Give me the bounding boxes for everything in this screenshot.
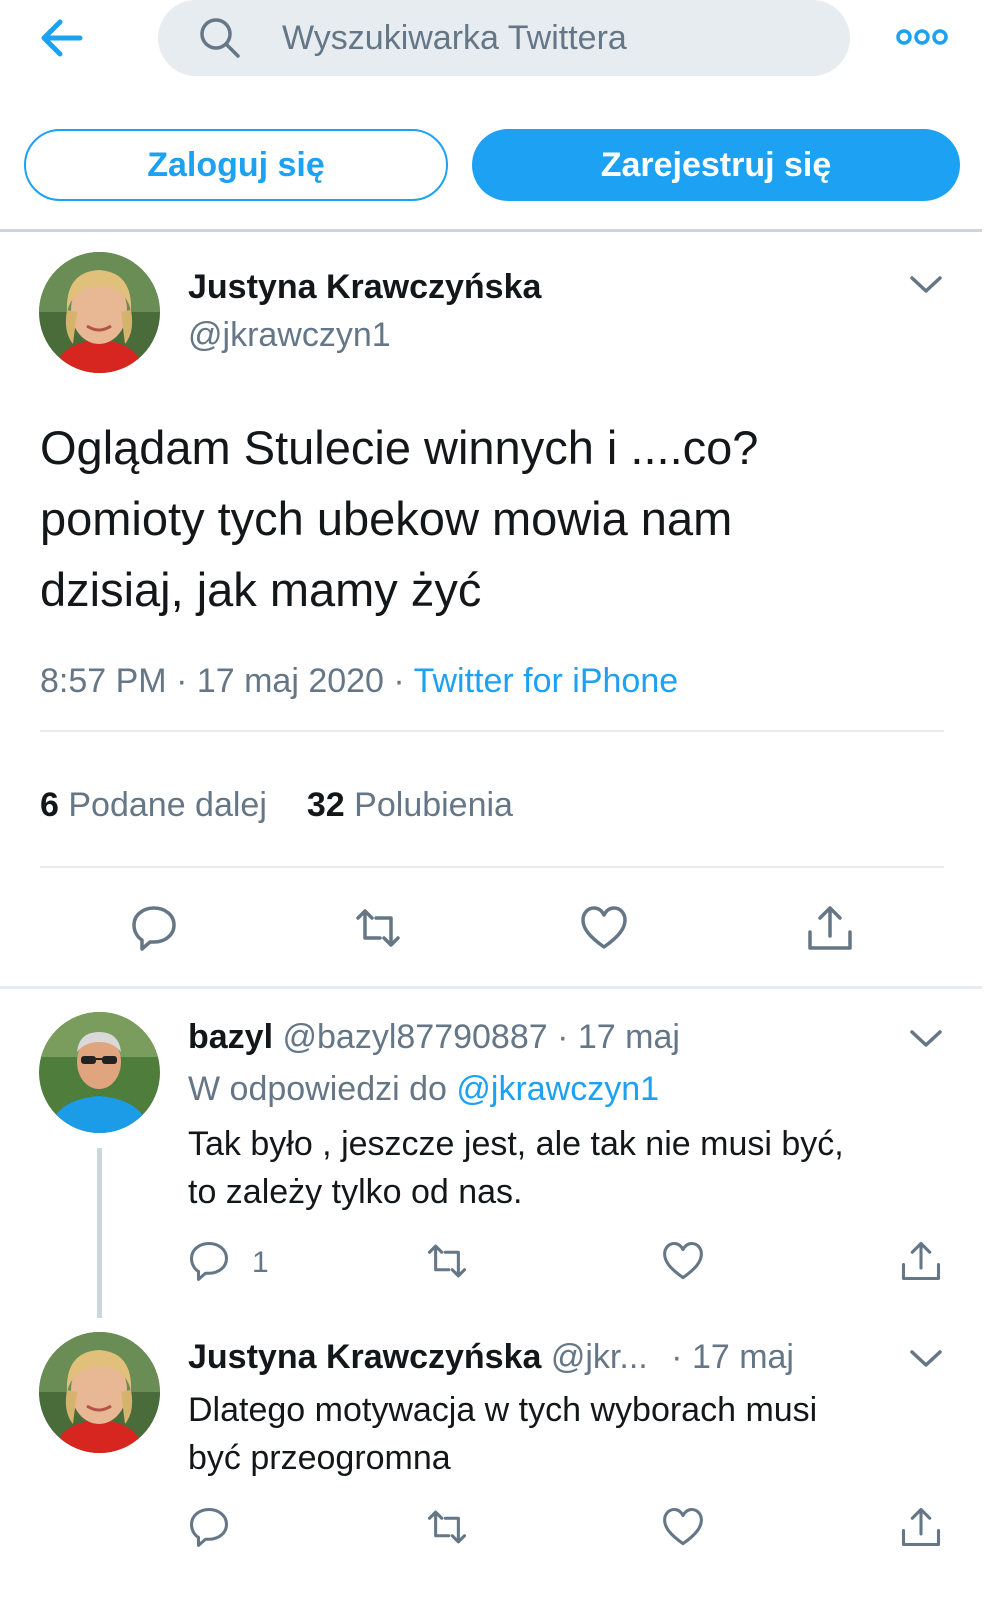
- reply-text-line: to zależy tylko od nas.: [188, 1173, 523, 1211]
- reply-text-line: Dlatego motywacja w tych wyborach musi: [188, 1391, 818, 1429]
- like-icon[interactable]: [580, 904, 628, 952]
- reply-author-handle[interactable]: @bazyl87790887: [283, 1018, 548, 1056]
- likes-label: Polubienia: [354, 786, 513, 824]
- tweet-time[interactable]: 8:57 PM · 17 maj 2020 ·: [40, 662, 414, 700]
- reply-icon[interactable]: [188, 1240, 230, 1282]
- more-dots-icon: [896, 29, 948, 45]
- reply-text: Tak było , jeszcze jest, ale tak nie mus…: [188, 1120, 938, 1216]
- more-button[interactable]: [896, 20, 948, 54]
- reply-header: bazyl @bazyl87790887 · 17 maj: [188, 1018, 680, 1057]
- tweet-stats: 6 Podane dalej 32 Polubienia: [40, 786, 513, 825]
- reply-text-line: Tak było , jeszcze jest, ale tak nie mus…: [188, 1125, 844, 1163]
- like-icon[interactable]: [662, 1240, 704, 1282]
- tweet-text-line: Oglądam Stulecie winnych i ....co?: [40, 421, 759, 474]
- reply-avatar[interactable]: [39, 1332, 160, 1453]
- reply-icon[interactable]: [130, 904, 178, 952]
- replying-mention[interactable]: @jkrawczyn1: [456, 1070, 659, 1108]
- retweet-icon[interactable]: [426, 1240, 468, 1282]
- divider: [40, 866, 944, 868]
- reply-author-name[interactable]: Justyna Krawczyńska: [188, 1338, 541, 1376]
- retweet-icon[interactable]: [354, 904, 402, 952]
- reply-avatar[interactable]: [39, 1012, 160, 1133]
- thread-line: [97, 1148, 102, 1318]
- tweet-timestamp: 8:57 PM · 17 maj 2020 · Twitter for iPho…: [40, 662, 678, 701]
- author-avatar[interactable]: [39, 252, 160, 373]
- likes-stat[interactable]: 32 Polubienia: [307, 786, 513, 824]
- retweets-stat[interactable]: 6 Podane dalej: [40, 786, 267, 824]
- search-bar[interactable]: [158, 0, 850, 76]
- share-icon[interactable]: [900, 1506, 942, 1548]
- chevron-down-icon[interactable]: [908, 1026, 944, 1050]
- author-name[interactable]: Justyna Krawczyńska: [188, 268, 541, 307]
- reply-date[interactable]: · 17 maj: [671, 1338, 794, 1376]
- share-icon[interactable]: [900, 1240, 942, 1282]
- reply-text: Dlatego motywacja w tych wyborach musi b…: [188, 1386, 938, 1482]
- tweet-divider: [0, 986, 982, 989]
- tweet-text-line: dzisiaj, jak mamy żyć: [40, 563, 482, 616]
- tweet-text-line: pomioty tych ubekow mowia nam: [40, 492, 733, 545]
- retweets-label: Podane dalej: [68, 786, 267, 824]
- likes-count: 32: [306, 786, 345, 824]
- reply-count: 1: [252, 1246, 269, 1279]
- header-divider: [0, 229, 982, 232]
- back-button[interactable]: [36, 14, 88, 62]
- back-arrow-icon: [41, 19, 83, 57]
- login-button[interactable]: Zaloguj się: [24, 129, 448, 201]
- chevron-down-icon[interactable]: [908, 1346, 944, 1370]
- tweet-text: Oglądam Stulecie winnych i ....co? pomio…: [40, 412, 940, 625]
- like-icon[interactable]: [662, 1506, 704, 1548]
- tweet-source-link[interactable]: Twitter for iPhone: [414, 662, 679, 700]
- reply-author-name[interactable]: bazyl: [188, 1018, 273, 1056]
- reply-author-handle[interactable]: @jkr...: [551, 1338, 648, 1376]
- search-input[interactable]: [282, 14, 822, 62]
- replying-prefix: W odpowiedzi do: [188, 1070, 447, 1108]
- retweet-icon[interactable]: [426, 1506, 468, 1548]
- search-icon: [200, 18, 240, 58]
- divider: [40, 730, 944, 732]
- replying-to: W odpowiedzi do @jkrawczyn1: [188, 1070, 659, 1109]
- reply-date[interactable]: · 17 maj: [557, 1018, 680, 1056]
- reply-icon[interactable]: [188, 1506, 230, 1548]
- chevron-down-icon[interactable]: [908, 272, 944, 296]
- retweets-count: 6: [40, 786, 59, 824]
- reply-header: Justyna Krawczyńska @jkr... · 17 maj: [188, 1338, 794, 1377]
- signup-button[interactable]: Zarejestruj się: [472, 129, 960, 201]
- share-icon[interactable]: [806, 904, 854, 952]
- author-handle[interactable]: @jkrawczyn1: [188, 316, 391, 355]
- reply-text-line: być przeogromna: [188, 1439, 451, 1477]
